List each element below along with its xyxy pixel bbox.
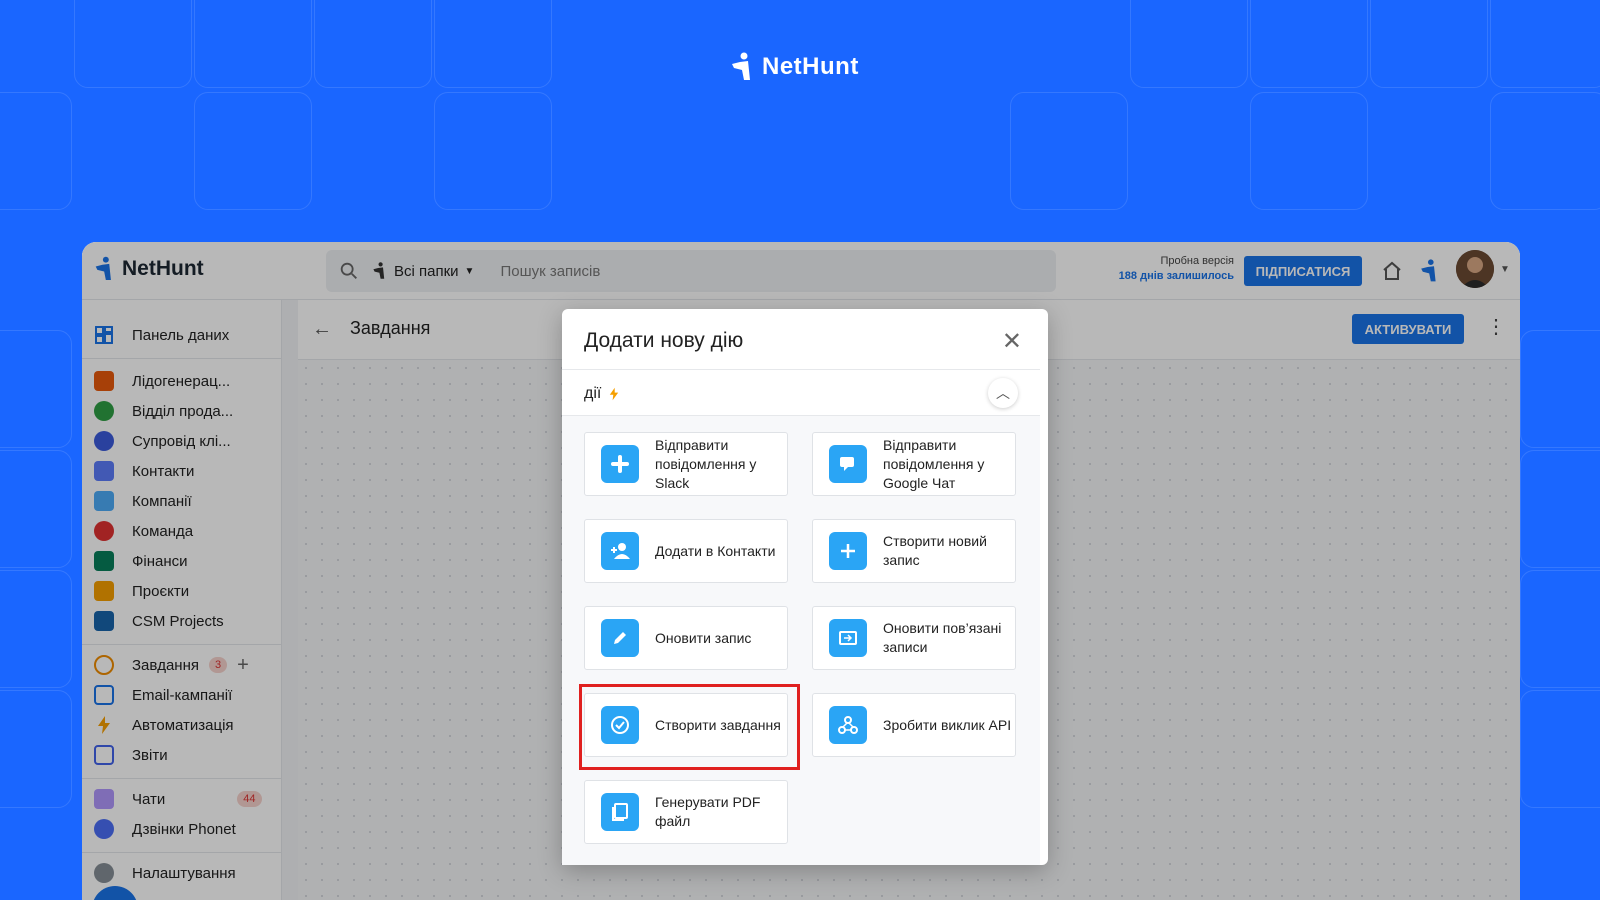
actions-section-header[interactable]: дії ︿ (562, 370, 1040, 416)
pencil-icon (601, 619, 639, 657)
pdf-icon (601, 793, 639, 831)
brand-logo: NetHunt (730, 52, 859, 82)
highlight-create-task (579, 684, 800, 770)
action-card-google-chat[interactable]: Відправити повідомлення у Google Чат (812, 432, 1016, 496)
linked-records-icon (829, 619, 867, 657)
action-card-label: Додати в Контакти (655, 542, 776, 559)
action-card-label: Оновити запис (655, 629, 752, 646)
modal-title: Додати нову дію (584, 329, 744, 352)
add-person-icon (601, 532, 639, 570)
google-chat-icon (829, 445, 867, 483)
hunter-icon (732, 52, 750, 80)
action-card-create-record[interactable]: Створити новий запис (812, 519, 1016, 583)
section-label: дії (584, 384, 621, 404)
bolt-icon (610, 387, 619, 401)
action-card-slack[interactable]: Відправити повідомлення у Slack (584, 432, 788, 496)
action-card-label: Генерувати PDF файл (655, 794, 761, 829)
action-card-add-contact[interactable]: Додати в Контакти (584, 519, 788, 583)
action-card-api-call[interactable]: Зробити виклик API (812, 693, 1016, 757)
action-card-update-linked-records[interactable]: Оновити пов’язані записи (812, 606, 1016, 670)
slack-icon (601, 445, 639, 483)
action-card-label: Відправити повідомлення у Slack (655, 436, 757, 491)
brand-name: NetHunt (762, 53, 859, 80)
action-card-generate-pdf[interactable]: Генерувати PDF файл (584, 780, 788, 844)
action-card-label: Зробити виклик API (883, 716, 1012, 733)
add-action-modal: Додати нову дію ✕ дії ︿ Відправити повід… (562, 309, 1048, 865)
plus-icon (829, 532, 867, 570)
chevron-up-icon[interactable]: ︿ (988, 378, 1018, 408)
action-card-label: Створити новий запис (883, 533, 987, 568)
modal-body: дії ︿ Відправити повідомлення у Slack Ві… (562, 369, 1040, 865)
webhook-icon (829, 706, 867, 744)
section-title: дії (584, 385, 602, 402)
action-card-label: Оновити пов’язані записи (883, 620, 1002, 655)
close-icon[interactable]: ✕ (1002, 327, 1022, 356)
action-card-update-record[interactable]: Оновити запис (584, 606, 788, 670)
action-card-label: Відправити повідомлення у Google Чат (883, 436, 985, 491)
